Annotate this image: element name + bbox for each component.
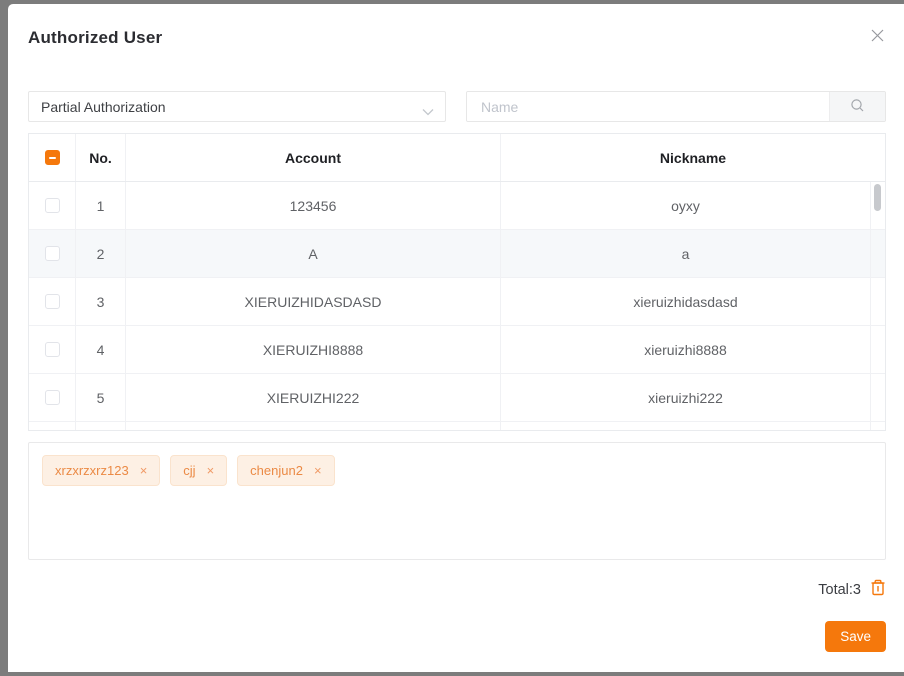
tag-remove-icon[interactable]: × (140, 464, 148, 477)
row-account: A (126, 230, 501, 277)
row-checkbox[interactable] (45, 246, 60, 261)
header-nickname: Nickname (501, 134, 885, 181)
row-account: XIERUIZHI8888 (126, 326, 501, 373)
row-no: 5 (76, 374, 126, 421)
total-label: Total:3 (818, 582, 861, 598)
tag-label: cjj (183, 463, 195, 478)
search-button[interactable] (829, 92, 885, 121)
select-all-checkbox[interactable] (45, 150, 60, 165)
row-checkbox[interactable] (45, 342, 60, 357)
row-nickname: xieruizhidasdasd (501, 278, 871, 325)
scrollbar-gutter (871, 230, 885, 277)
table-row: 4 XIERUIZHI8888 xieruizhi8888 (29, 326, 885, 374)
row-nickname: oyxy (501, 182, 871, 229)
table-scrollbar-thumb[interactable] (874, 184, 881, 211)
row-checkbox-cell (29, 230, 76, 277)
table-row: 1 123456 oyxy (29, 182, 885, 230)
row-checkbox-cell (29, 182, 76, 229)
users-table: No. Account Nickname 1 123456 oyxy 2 A a (28, 133, 886, 431)
selected-user-tag: xrzxrzxrz123 × (42, 455, 160, 486)
filter-row: Partial Authorization (28, 91, 886, 122)
modal-title: Authorized User (28, 28, 886, 48)
table-row: 5 XIERUIZHI222 xieruizhi222 (29, 374, 885, 422)
tag-label: chenjun2 (250, 463, 303, 478)
tag-remove-icon[interactable]: × (207, 464, 215, 477)
row-no: 3 (76, 278, 126, 325)
delete-all-button[interactable] (870, 579, 886, 600)
row-checkbox-cell (29, 374, 76, 421)
row-checkbox[interactable] (45, 294, 60, 309)
chevron-down-icon (422, 103, 434, 119)
row-checkbox-cell (29, 326, 76, 373)
row-no: 4 (76, 326, 126, 373)
row-nickname: xieruizhi8888 (501, 326, 871, 373)
row-no: 2 (76, 230, 126, 277)
row-no: 1 (76, 182, 126, 229)
header-select-all-cell (29, 134, 76, 181)
scrollbar-gutter (871, 374, 885, 421)
row-nickname: a (501, 230, 871, 277)
save-row: Save (28, 621, 886, 652)
total-row: Total:3 (28, 579, 886, 600)
scrollbar-gutter (871, 278, 885, 325)
authorization-type-select[interactable]: Partial Authorization (28, 91, 446, 122)
row-checkbox-cell (29, 278, 76, 325)
table-header-row: No. Account Nickname (29, 134, 885, 182)
header-no: No. (76, 134, 126, 181)
table-row: 2 A a (29, 230, 885, 278)
table-body: 1 123456 oyxy 2 A a 3 XIERUIZHIDASDASD x… (29, 182, 885, 431)
row-account: 123456 (126, 182, 501, 229)
authorized-user-modal: Authorized User Partial Authorization (8, 4, 904, 672)
row-account: XIERUIZHIDASDASD (126, 278, 501, 325)
tag-remove-icon[interactable]: × (314, 464, 322, 477)
selected-user-tag: cjj × (170, 455, 227, 486)
scrollbar-gutter (871, 326, 885, 373)
save-button[interactable]: Save (825, 621, 886, 652)
tag-label: xrzxrzxrz123 (55, 463, 129, 478)
row-account: XIERUIZHI222 (126, 374, 501, 421)
row-checkbox[interactable] (45, 198, 60, 213)
table-row: 3 XIERUIZHIDASDASD xieruizhidasdasd (29, 278, 885, 326)
name-search-input[interactable] (467, 92, 829, 121)
name-search-group (466, 91, 886, 122)
selected-user-tag: chenjun2 × (237, 455, 334, 486)
row-nickname: xieruizhi222 (501, 374, 871, 421)
table-row-partial (29, 422, 885, 431)
authorization-type-value: Partial Authorization (41, 99, 166, 115)
search-icon (850, 98, 865, 116)
selected-users-box: xrzxrzxrz123 × cjj × chenjun2 × (28, 442, 886, 560)
close-button[interactable] (868, 28, 886, 46)
header-account: Account (126, 134, 501, 181)
trash-icon (870, 579, 886, 600)
row-checkbox[interactable] (45, 390, 60, 405)
close-icon (870, 28, 885, 46)
